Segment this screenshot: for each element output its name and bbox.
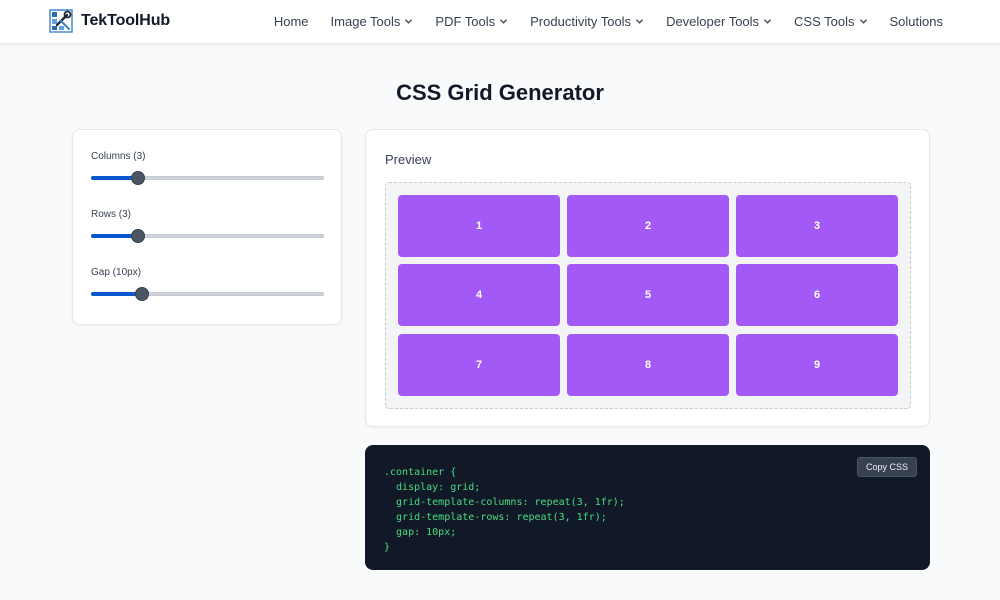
nav-productivity-tools[interactable]: Productivity Tools	[519, 14, 655, 29]
chevron-down-icon	[859, 19, 867, 24]
nav-css-tools-label: CSS Tools	[794, 14, 855, 29]
slider-thumb[interactable]	[130, 229, 145, 243]
nav-image-tools[interactable]: Image Tools	[320, 14, 425, 29]
gap-label: Gap (10px)	[91, 267, 142, 278]
grid-cell: 5	[567, 264, 729, 326]
preview-title: Preview	[385, 152, 432, 167]
chevron-down-icon	[405, 19, 413, 24]
wrench-grid-logo-icon	[49, 9, 73, 33]
chevron-down-icon	[500, 19, 508, 24]
top-navbar: TekToolHub Home Image Tools PDF Tools Pr…	[0, 0, 1000, 43]
css-output-panel: .container { display: grid; grid-templat…	[365, 445, 930, 570]
slider-thumb[interactable]	[130, 171, 145, 185]
grid-cell: 7	[398, 334, 560, 396]
rows-slider[interactable]	[91, 229, 324, 243]
nav-solutions-label: Solutions	[889, 14, 943, 29]
nav-productivity-tools-label: Productivity Tools	[530, 14, 632, 29]
grid-cell: 2	[567, 195, 729, 257]
nav-home-label: Home	[273, 14, 309, 29]
grid-cell: 6	[736, 264, 898, 326]
nav-solutions[interactable]: Solutions	[879, 14, 954, 29]
nav-image-tools-label: Image Tools	[330, 14, 401, 29]
columns-slider[interactable]	[91, 171, 324, 185]
rows-label: Rows (3)	[91, 209, 132, 220]
grid-cell: 8	[567, 334, 729, 396]
nav-pdf-tools-label: PDF Tools	[435, 14, 496, 29]
nav-css-tools[interactable]: CSS Tools	[783, 14, 878, 29]
css-code[interactable]: .container { display: grid; grid-templat…	[384, 465, 625, 555]
grid-cell: 3	[736, 195, 898, 257]
copy-css-button[interactable]: Copy CSS	[856, 457, 917, 477]
grid-cell: 9	[736, 334, 898, 396]
grid-cell: 1	[398, 195, 560, 257]
gap-slider[interactable]	[91, 287, 324, 301]
chevron-down-icon	[763, 19, 772, 24]
controls-panel: Columns (3) Rows (3) Gap (10px)	[72, 129, 342, 325]
columns-label: Columns (3)	[91, 151, 146, 162]
nav-pdf-tools[interactable]: PDF Tools	[424, 14, 519, 29]
preview-panel: Preview 1 2 3 4 5 6 7 8 9	[365, 129, 930, 427]
grid-preview: 1 2 3 4 5 6 7 8 9	[385, 182, 911, 409]
nav-home[interactable]: Home	[263, 14, 320, 29]
nav-developer-tools-label: Developer Tools	[666, 14, 760, 29]
main-nav: Home Image Tools PDF Tools Productivity …	[263, 0, 954, 43]
nav-developer-tools[interactable]: Developer Tools	[655, 14, 783, 29]
grid-cell: 4	[398, 264, 560, 326]
brand-logo[interactable]: TekToolHub	[49, 9, 170, 33]
page-title: CSS Grid Generator	[396, 80, 604, 105]
brand-name: TekToolHub	[81, 12, 171, 29]
chevron-down-icon	[635, 19, 644, 24]
slider-thumb[interactable]	[134, 287, 149, 301]
